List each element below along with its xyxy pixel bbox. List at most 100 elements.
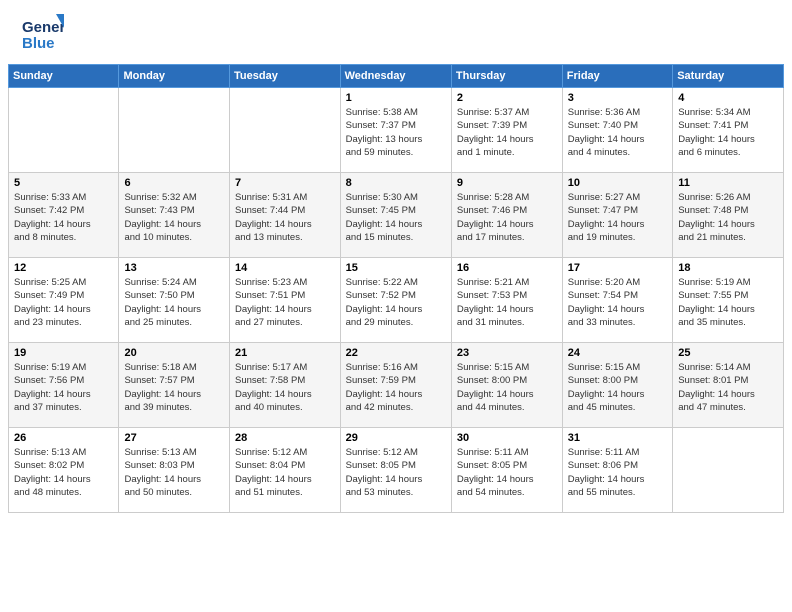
day-number: 9 bbox=[457, 177, 557, 189]
day-info: Sunrise: 5:22 AM Sunset: 7:52 PM Dayligh… bbox=[346, 276, 446, 329]
calendar-header-row: SundayMondayTuesdayWednesdayThursdayFrid… bbox=[9, 65, 784, 88]
day-info: Sunrise: 5:27 AM Sunset: 7:47 PM Dayligh… bbox=[568, 191, 667, 244]
day-number: 11 bbox=[678, 177, 778, 189]
day-info: Sunrise: 5:37 AM Sunset: 7:39 PM Dayligh… bbox=[457, 106, 557, 159]
calendar-cell: 13Sunrise: 5:24 AM Sunset: 7:50 PM Dayli… bbox=[119, 258, 230, 343]
calendar-cell: 15 Sunrise: 5:22 AM Sunset: 7:52 PM Dayli… bbox=[340, 258, 451, 343]
calendar-cell: 17Sunrise: 5:20 AM Sunset: 7:54 PM Dayli… bbox=[562, 258, 672, 343]
day-info: Sunrise: 5:18 AM Sunset: 7:57 PM Dayligh… bbox=[124, 361, 224, 414]
day-info: Sunrise: 5:17 AM Sunset: 7:58 PM Dayligh… bbox=[235, 361, 335, 414]
calendar-cell: 4 Sunrise: 5:34 AM Sunset: 7:41 PM Daylig… bbox=[673, 88, 784, 173]
day-number: 29 bbox=[346, 432, 446, 444]
header: General Blue bbox=[0, 0, 792, 64]
day-info: Sunrise: 5:11 AM Sunset: 8:05 PM Dayligh… bbox=[457, 446, 557, 499]
day-number: 18 bbox=[678, 262, 778, 274]
day-number: 28 bbox=[235, 432, 335, 444]
weekday-header: Sunday bbox=[9, 65, 119, 88]
calendar-cell: 8Sunrise: 5:30 AM Sunset: 7:45 PM Daylig… bbox=[340, 173, 451, 258]
day-number: 19 bbox=[14, 347, 113, 359]
calendar-cell: 7Sunrise: 5:31 AM Sunset: 7:44 PM Daylig… bbox=[230, 173, 341, 258]
day-info: Sunrise: 5:11 AM Sunset: 8:06 PM Dayligh… bbox=[568, 446, 667, 499]
day-number: 17 bbox=[568, 262, 667, 274]
day-number: 1 bbox=[346, 92, 446, 104]
calendar-week-row: 1 Sunrise: 5:38 AM Sunset: 7:37 PM Daylig… bbox=[9, 88, 784, 173]
calendar-cell: 14 Sunrise: 5:23 AM Sunset: 7:51 PM Dayli… bbox=[230, 258, 341, 343]
calendar-cell: 6Sunrise: 5:32 AM Sunset: 7:43 PM Daylig… bbox=[119, 173, 230, 258]
calendar-week-row: 12Sunrise: 5:25 AM Sunset: 7:49 PM Dayli… bbox=[9, 258, 784, 343]
day-number: 22 bbox=[346, 347, 446, 359]
weekday-header: Tuesday bbox=[230, 65, 341, 88]
weekday-header: Thursday bbox=[451, 65, 562, 88]
day-info: Sunrise: 5:19 AM Sunset: 7:56 PM Dayligh… bbox=[14, 361, 113, 414]
calendar-cell: 2Sunrise: 5:37 AM Sunset: 7:39 PM Daylig… bbox=[451, 88, 562, 173]
day-info: Sunrise: 5:25 AM Sunset: 7:49 PM Dayligh… bbox=[14, 276, 113, 329]
day-info: Sunrise: 5:28 AM Sunset: 7:46 PM Dayligh… bbox=[457, 191, 557, 244]
calendar-cell: 18Sunrise: 5:19 AM Sunset: 7:55 PM Dayli… bbox=[673, 258, 784, 343]
calendar-cell: 5Sunrise: 5:33 AM Sunset: 7:42 PM Daylig… bbox=[9, 173, 119, 258]
day-number: 7 bbox=[235, 177, 335, 189]
weekday-header: Saturday bbox=[673, 65, 784, 88]
day-number: 8 bbox=[346, 177, 446, 189]
day-info: Sunrise: 5:21 AM Sunset: 7:53 PM Dayligh… bbox=[457, 276, 557, 329]
day-info: Sunrise: 5:15 AM Sunset: 8:00 PM Dayligh… bbox=[457, 361, 557, 414]
calendar-cell: 31 Sunrise: 5:11 AM Sunset: 8:06 PM Dayli… bbox=[562, 428, 672, 513]
weekday-header: Wednesday bbox=[340, 65, 451, 88]
calendar-cell: 20 Sunrise: 5:18 AM Sunset: 7:57 PM Dayli… bbox=[119, 343, 230, 428]
calendar-week-row: 5Sunrise: 5:33 AM Sunset: 7:42 PM Daylig… bbox=[9, 173, 784, 258]
day-number: 3 bbox=[568, 92, 667, 104]
day-number: 4 bbox=[678, 92, 778, 104]
calendar-cell: 11 Sunrise: 5:26 AM Sunset: 7:48 PM Dayli… bbox=[673, 173, 784, 258]
logo: General Blue bbox=[20, 12, 64, 56]
day-number: 31 bbox=[568, 432, 667, 444]
calendar-cell bbox=[673, 428, 784, 513]
calendar-wrapper: SundayMondayTuesdayWednesdayThursdayFrid… bbox=[0, 64, 792, 521]
day-number: 21 bbox=[235, 347, 335, 359]
calendar-cell: 21 Sunrise: 5:17 AM Sunset: 7:58 PM Dayli… bbox=[230, 343, 341, 428]
calendar-week-row: 26 Sunrise: 5:13 AM Sunset: 8:02 PM Dayli… bbox=[9, 428, 784, 513]
calendar-cell: 26 Sunrise: 5:13 AM Sunset: 8:02 PM Dayli… bbox=[9, 428, 119, 513]
day-info: Sunrise: 5:38 AM Sunset: 7:37 PM Dayligh… bbox=[346, 106, 446, 159]
calendar-cell: 25Sunrise: 5:14 AM Sunset: 8:01 PM Dayli… bbox=[673, 343, 784, 428]
calendar-cell: 24 Sunrise: 5:15 AM Sunset: 8:00 PM Dayli… bbox=[562, 343, 672, 428]
calendar-cell: 9 Sunrise: 5:28 AM Sunset: 7:46 PM Daylig… bbox=[451, 173, 562, 258]
calendar-cell: 16 Sunrise: 5:21 AM Sunset: 7:53 PM Dayli… bbox=[451, 258, 562, 343]
calendar-cell: 1 Sunrise: 5:38 AM Sunset: 7:37 PM Daylig… bbox=[340, 88, 451, 173]
day-info: Sunrise: 5:34 AM Sunset: 7:41 PM Dayligh… bbox=[678, 106, 778, 159]
calendar-cell: 10Sunrise: 5:27 AM Sunset: 7:47 PM Dayli… bbox=[562, 173, 672, 258]
calendar-cell bbox=[9, 88, 119, 173]
day-info: Sunrise: 5:12 AM Sunset: 8:05 PM Dayligh… bbox=[346, 446, 446, 499]
weekday-header: Friday bbox=[562, 65, 672, 88]
calendar-cell: 29 Sunrise: 5:12 AM Sunset: 8:05 PM Dayli… bbox=[340, 428, 451, 513]
day-info: Sunrise: 5:32 AM Sunset: 7:43 PM Dayligh… bbox=[124, 191, 224, 244]
logo-svg: General Blue bbox=[20, 12, 64, 56]
day-info: Sunrise: 5:26 AM Sunset: 7:48 PM Dayligh… bbox=[678, 191, 778, 244]
day-info: Sunrise: 5:33 AM Sunset: 7:42 PM Dayligh… bbox=[14, 191, 113, 244]
day-number: 30 bbox=[457, 432, 557, 444]
day-info: Sunrise: 5:23 AM Sunset: 7:51 PM Dayligh… bbox=[235, 276, 335, 329]
day-number: 23 bbox=[457, 347, 557, 359]
day-number: 16 bbox=[457, 262, 557, 274]
calendar-cell: 28Sunrise: 5:12 AM Sunset: 8:04 PM Dayli… bbox=[230, 428, 341, 513]
calendar-cell bbox=[230, 88, 341, 173]
day-number: 20 bbox=[124, 347, 224, 359]
calendar-table: SundayMondayTuesdayWednesdayThursdayFrid… bbox=[8, 64, 784, 513]
day-number: 14 bbox=[235, 262, 335, 274]
calendar-cell: 12Sunrise: 5:25 AM Sunset: 7:49 PM Dayli… bbox=[9, 258, 119, 343]
day-info: Sunrise: 5:14 AM Sunset: 8:01 PM Dayligh… bbox=[678, 361, 778, 414]
day-info: Sunrise: 5:36 AM Sunset: 7:40 PM Dayligh… bbox=[568, 106, 667, 159]
day-number: 13 bbox=[124, 262, 224, 274]
calendar-cell: 22 Sunrise: 5:16 AM Sunset: 7:59 PM Dayli… bbox=[340, 343, 451, 428]
calendar-cell: 30 Sunrise: 5:11 AM Sunset: 8:05 PM Dayli… bbox=[451, 428, 562, 513]
calendar-week-row: 19 Sunrise: 5:19 AM Sunset: 7:56 PM Dayli… bbox=[9, 343, 784, 428]
calendar-cell: 23 Sunrise: 5:15 AM Sunset: 8:00 PM Dayli… bbox=[451, 343, 562, 428]
day-info: Sunrise: 5:16 AM Sunset: 7:59 PM Dayligh… bbox=[346, 361, 446, 414]
svg-text:Blue: Blue bbox=[22, 35, 55, 52]
day-info: Sunrise: 5:13 AM Sunset: 8:03 PM Dayligh… bbox=[124, 446, 224, 499]
day-info: Sunrise: 5:15 AM Sunset: 8:00 PM Dayligh… bbox=[568, 361, 667, 414]
day-number: 24 bbox=[568, 347, 667, 359]
day-info: Sunrise: 5:13 AM Sunset: 8:02 PM Dayligh… bbox=[14, 446, 113, 499]
day-number: 15 bbox=[346, 262, 446, 274]
svg-text:General: General bbox=[22, 19, 64, 36]
day-number: 26 bbox=[14, 432, 113, 444]
calendar-cell: 19 Sunrise: 5:19 AM Sunset: 7:56 PM Dayli… bbox=[9, 343, 119, 428]
